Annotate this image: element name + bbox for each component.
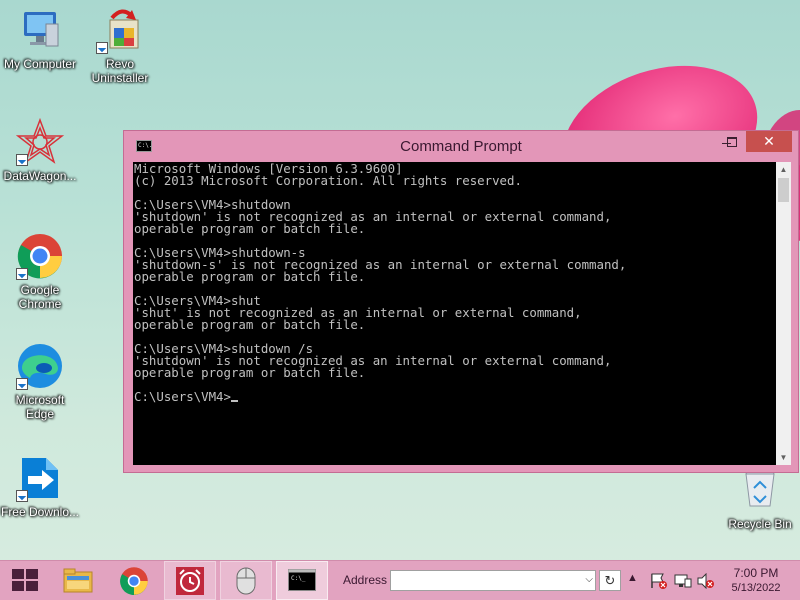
start-button[interactable] [0,561,50,600]
shortcut-arrow-icon [16,490,28,502]
shortcut-arrow-icon [16,378,28,390]
scroll-up-arrow-icon[interactable]: ▲ [776,162,791,177]
shortcut-arrow-icon [96,42,108,54]
scroll-down-arrow-icon[interactable]: ▼ [776,450,791,465]
text-cursor [230,400,238,402]
desktop-icon-label: My Computer [3,57,77,71]
clock-time: 7:00 PM [733,566,779,580]
desktop-icon-label: Free Downlo... [0,505,80,519]
system-clock[interactable]: 7:00 PM 5/13/2022 [720,565,792,596]
desktop: My Computer Revo Uninstaller DataWagon..… [0,0,800,600]
desktop-icon-microsoft-edge[interactable]: Microsoft Edge [0,342,80,421]
cmd-icon: C:\_ [288,569,316,591]
taskbar-mouse-app[interactable] [220,561,272,600]
maximize-icon [727,137,737,147]
console-line: (c) 2013 Microsoft Corporation. All righ… [134,173,522,188]
folder-icon [63,568,93,593]
vertical-scrollbar[interactable]: ▲ ▼ [776,162,791,465]
desktop-icon-datawagon[interactable]: DataWagon... [0,117,80,183]
console-line: operable program or batch file. [134,269,366,284]
console-line: operable program or batch file. [134,365,366,380]
mouse-icon [236,567,256,595]
console-line: operable program or batch file. [134,221,366,236]
window-titlebar[interactable]: C:\. Command Prompt ✕ [124,131,798,161]
desktop-icon-recycle-bin[interactable]: Recycle Bin [720,466,800,531]
desktop-icon-google-chrome[interactable]: Google Chrome [0,232,80,311]
desktop-icon-my-computer[interactable]: My Computer [0,6,80,71]
shortcut-arrow-icon [16,154,28,166]
taskbar-command-prompt[interactable]: C:\_ [276,561,328,600]
close-icon: ✕ [763,133,775,149]
free-download-icon [16,454,64,502]
scrollbar-thumb[interactable] [778,178,789,202]
revo-uninstaller-icon [96,6,144,54]
desktop-icon-label: Revo Uninstaller [91,57,149,85]
volume-muted-icon[interactable] [697,573,715,589]
taskbar-file-explorer[interactable] [52,561,104,600]
command-prompt-window[interactable]: C:\. Command Prompt ✕ Microsoft Windows … [123,130,799,473]
desktop-icon-label: DataWagon... [3,169,77,183]
console-line: operable program or batch file. [134,317,366,332]
window-title: Command Prompt [400,138,522,155]
taskbar-alarm-app[interactable] [164,561,216,600]
network-icon[interactable] [674,573,692,589]
refresh-icon[interactable]: ↻ [599,570,621,591]
console-prompt: C:\Users\VM4> [134,389,231,404]
desktop-icon-label: Microsoft Edge [15,393,65,421]
console-line: C:\Users\VM4> [134,389,776,404]
alarm-clock-icon [176,567,204,595]
show-hidden-icons-chevron-icon[interactable]: ▲ [627,572,638,584]
chrome-icon [120,567,148,595]
chevron-down-icon[interactable]: ⌵ [585,574,593,585]
address-box[interactable]: ⌵ [390,570,596,591]
desktop-icon-free-download[interactable]: Free Downlo... [0,454,80,519]
action-center-flag-icon[interactable] [650,573,668,589]
clock-date: 5/13/2022 [731,582,781,594]
taskbar: C:\_ Address ⌵ ↻ ▲ 7:00 PM 5/13/2022 [0,560,800,600]
maximize-button[interactable] [719,131,745,152]
svg-text:C:\_: C:\_ [291,575,306,582]
console-output[interactable]: Microsoft Windows [Version 6.3.9600] (c) … [133,162,776,465]
close-button[interactable]: ✕ [746,131,792,152]
windows-logo-icon [12,569,38,591]
taskbar-chrome[interactable] [108,561,160,600]
desktop-icon-label: Google Chrome [18,283,62,311]
recycle-bin-icon [736,466,784,514]
chrome-icon [16,232,64,280]
shortcut-arrow-icon [16,268,28,280]
address-input[interactable] [393,572,577,591]
address-toolbar-label: Address [343,573,388,587]
desktop-icon-label: Recycle Bin [728,517,792,531]
computer-icon [16,6,64,54]
edge-icon [16,342,64,390]
datawagon-icon [15,117,65,166]
desktop-icon-revo-uninstaller[interactable]: Revo Uninstaller [80,6,160,85]
